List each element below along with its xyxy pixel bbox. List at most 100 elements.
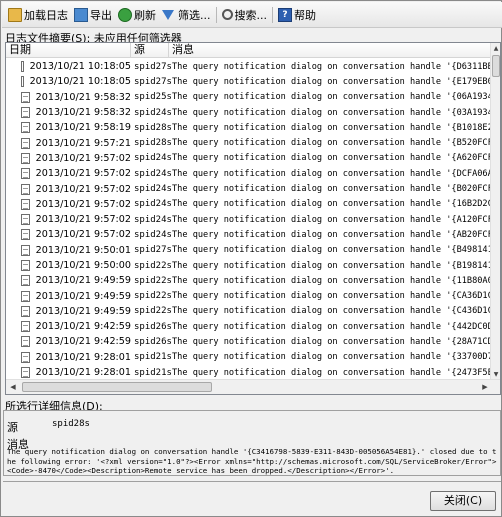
- log-row-date-text: 2013/10/21 9:49:59: [35, 275, 131, 287]
- log-row-date-text: 2013/10/21 10:18:05: [29, 61, 131, 73]
- log-row[interactable]: 2013/10/21 9:58:32 spid24s The query notif…: [6, 105, 492, 120]
- log-row-message: The query notification dialog on convers…: [172, 153, 492, 164]
- log-row-source: spid21s: [134, 352, 172, 363]
- log-row[interactable]: 2013/10/21 9:57:02 spid24s The query notif…: [6, 166, 492, 181]
- log-row-date: 2013/10/21 9:57:02: [6, 214, 131, 226]
- log-row-message: The query notification dialog on convers…: [172, 260, 492, 271]
- details-source-value: spid28s: [52, 419, 90, 429]
- details-source-label: 源: [7, 421, 18, 434]
- load-log-button[interactable]: 加载日志: [5, 4, 71, 26]
- log-row-date: 2013/10/21 9:58:19: [6, 122, 131, 134]
- log-row-source: spid22s: [134, 260, 172, 271]
- log-row-source: spid24s: [134, 199, 172, 210]
- help-button[interactable]: ? 帮助: [275, 4, 319, 26]
- log-row-source: spid27s: [134, 76, 172, 87]
- log-row-date: 2013/10/21 9:50:01: [6, 244, 131, 256]
- log-row-date: 2013/10/21 9:57:02: [6, 229, 131, 241]
- scroll-right-icon[interactable]: ▶: [478, 380, 492, 394]
- log-row[interactable]: 2013/10/21 9:57:21 spid28s The query notif…: [6, 135, 492, 150]
- log-row-date-text: 2013/10/21 9:57:02: [35, 198, 131, 210]
- log-row-source: spid24s: [134, 107, 172, 118]
- log-row-date: 2013/10/21 9:57:02: [6, 183, 131, 195]
- log-row[interactable]: 2013/10/21 9:57:02 spid24s The query notif…: [6, 151, 492, 166]
- log-row-message: The query notification dialog on convers…: [172, 107, 492, 118]
- log-row-message: The query notification dialog on convers…: [172, 352, 492, 363]
- horizontal-scroll-thumb[interactable]: [22, 382, 212, 392]
- log-row[interactable]: 2013/10/21 9:42:59 spid26s The query notif…: [6, 334, 492, 349]
- log-row-date-text: 2013/10/21 9:58:32: [35, 107, 131, 119]
- log-entry-icon: [21, 122, 30, 134]
- log-row-date-text: 2013/10/21 9:42:59: [35, 336, 131, 348]
- log-row[interactable]: 2013/10/21 9:58:19 spid28s The query notif…: [6, 120, 492, 135]
- log-entry-icon: [21, 351, 30, 363]
- log-row[interactable]: 2013/10/21 9:42:59 spid26s The query notif…: [6, 319, 492, 334]
- search-button[interactable]: 搜索...: [219, 4, 271, 26]
- log-row-source: spid24s: [134, 168, 172, 179]
- toolbar-separator: [272, 6, 273, 23]
- divider: [3, 481, 501, 482]
- log-row[interactable]: 2013/10/21 9:57:02 spid24s The query notif…: [6, 197, 492, 212]
- log-row[interactable]: 2013/10/21 9:57:02 spid24s The query notif…: [6, 181, 492, 196]
- log-row-message: The query notification dialog on convers…: [172, 92, 492, 103]
- log-row-message: The query notification dialog on convers…: [172, 76, 492, 87]
- log-entry-icon: [21, 91, 30, 103]
- log-row[interactable]: 2013/10/21 9:28:01 spid21s The query notif…: [6, 350, 492, 365]
- log-row-date: 2013/10/21 9:42:59: [6, 336, 131, 348]
- log-row[interactable]: 2013/10/21 9:49:59 spid22s The query notif…: [6, 273, 492, 288]
- details-message-text: The query notification dialog on convers…: [7, 447, 497, 475]
- grid-header: 日期 源 消息: [6, 43, 492, 58]
- folder-icon: [8, 7, 22, 22]
- log-row[interactable]: 2013/10/21 9:28:01 spid21s The query notif…: [6, 365, 492, 380]
- log-entry-icon: [21, 61, 24, 73]
- scroll-up-icon[interactable]: ▲: [491, 43, 500, 54]
- log-row-date-text: 2013/10/21 9:57:02: [35, 229, 131, 241]
- log-row[interactable]: 2013/10/21 10:18:05 spid27s The query noti…: [6, 59, 492, 74]
- log-row-date-text: 2013/10/21 9:57:21: [35, 137, 131, 149]
- log-row[interactable]: 2013/10/21 9:58:32 spid25s The query notif…: [6, 90, 492, 105]
- log-viewer-window: 加载日志 导出 刷新 筛选... 搜索... ? 帮助 日志文件摘要(S): 未…: [0, 0, 502, 517]
- log-row-message: The query notification dialog on convers…: [172, 367, 492, 378]
- log-row[interactable]: 2013/10/21 9:57:02 spid24s The query notif…: [6, 227, 492, 242]
- refresh-button[interactable]: 刷新: [115, 4, 159, 26]
- log-row[interactable]: 2013/10/21 9:49:59 spid22s The query notif…: [6, 304, 492, 319]
- close-button[interactable]: 关闭(C): [430, 491, 496, 511]
- log-row-date: 2013/10/21 10:18:05: [6, 76, 131, 88]
- log-row-source: spid26s: [134, 336, 172, 347]
- log-entry-icon: [21, 244, 30, 256]
- details-panel: 源 spid28s 消息 The query notification dial…: [3, 410, 501, 476]
- log-row[interactable]: 2013/10/21 9:49:59 spid22s The query notif…: [6, 288, 492, 303]
- scroll-left-icon[interactable]: ◀: [6, 380, 20, 394]
- log-row-date: 2013/10/21 9:57:02: [6, 168, 131, 180]
- filter-icon: [162, 9, 174, 20]
- log-row-source: spid28s: [134, 138, 172, 149]
- log-row-date-text: 2013/10/21 9:42:59: [35, 321, 131, 333]
- log-grid: 日期 源 消息 2013/10/21 10:18:05 spid27s The qu…: [5, 42, 501, 395]
- column-header-source[interactable]: 源: [131, 43, 169, 57]
- log-row[interactable]: 2013/10/21 9:50:00 spid22s The query notif…: [6, 258, 492, 273]
- log-row-date-text: 2013/10/21 10:18:05: [29, 76, 131, 88]
- log-row[interactable]: 2013/10/21 9:57:02 spid24s The query notif…: [6, 212, 492, 227]
- log-row-message: The query notification dialog on convers…: [172, 275, 492, 286]
- column-header-message[interactable]: 消息: [169, 43, 492, 57]
- log-row-message: The query notification dialog on convers…: [172, 245, 492, 256]
- log-entry-icon: [21, 107, 30, 119]
- filter-button[interactable]: 筛选...: [159, 4, 214, 26]
- log-row[interactable]: 2013/10/21 10:18:05 spid27s The query noti…: [6, 74, 492, 89]
- vertical-scroll-thumb[interactable]: [492, 55, 500, 77]
- column-header-date[interactable]: 日期: [6, 43, 131, 57]
- log-row-message: The query notification dialog on convers…: [172, 306, 492, 317]
- log-row-date: 2013/10/21 9:42:59: [6, 321, 131, 333]
- log-row-date: 2013/10/21 9:49:59: [6, 290, 131, 302]
- log-entry-icon: [21, 229, 30, 241]
- log-entry-icon: [21, 183, 30, 195]
- log-row-date-text: 2013/10/21 9:50:00: [35, 260, 131, 271]
- log-row-source: spid26s: [134, 321, 172, 332]
- log-row-date-text: 2013/10/21 9:28:01: [35, 351, 131, 363]
- export-label: 导出: [90, 8, 112, 22]
- horizontal-scrollbar[interactable]: ◀ ▶: [6, 379, 500, 394]
- export-button[interactable]: 导出: [71, 4, 115, 26]
- log-row[interactable]: 2013/10/21 9:50:01 spid27s The query notif…: [6, 243, 492, 258]
- vertical-scrollbar[interactable]: ▲ ▼: [490, 43, 500, 380]
- log-row-date-text: 2013/10/21 9:49:59: [35, 290, 131, 302]
- log-row-message: The query notification dialog on convers…: [172, 168, 492, 179]
